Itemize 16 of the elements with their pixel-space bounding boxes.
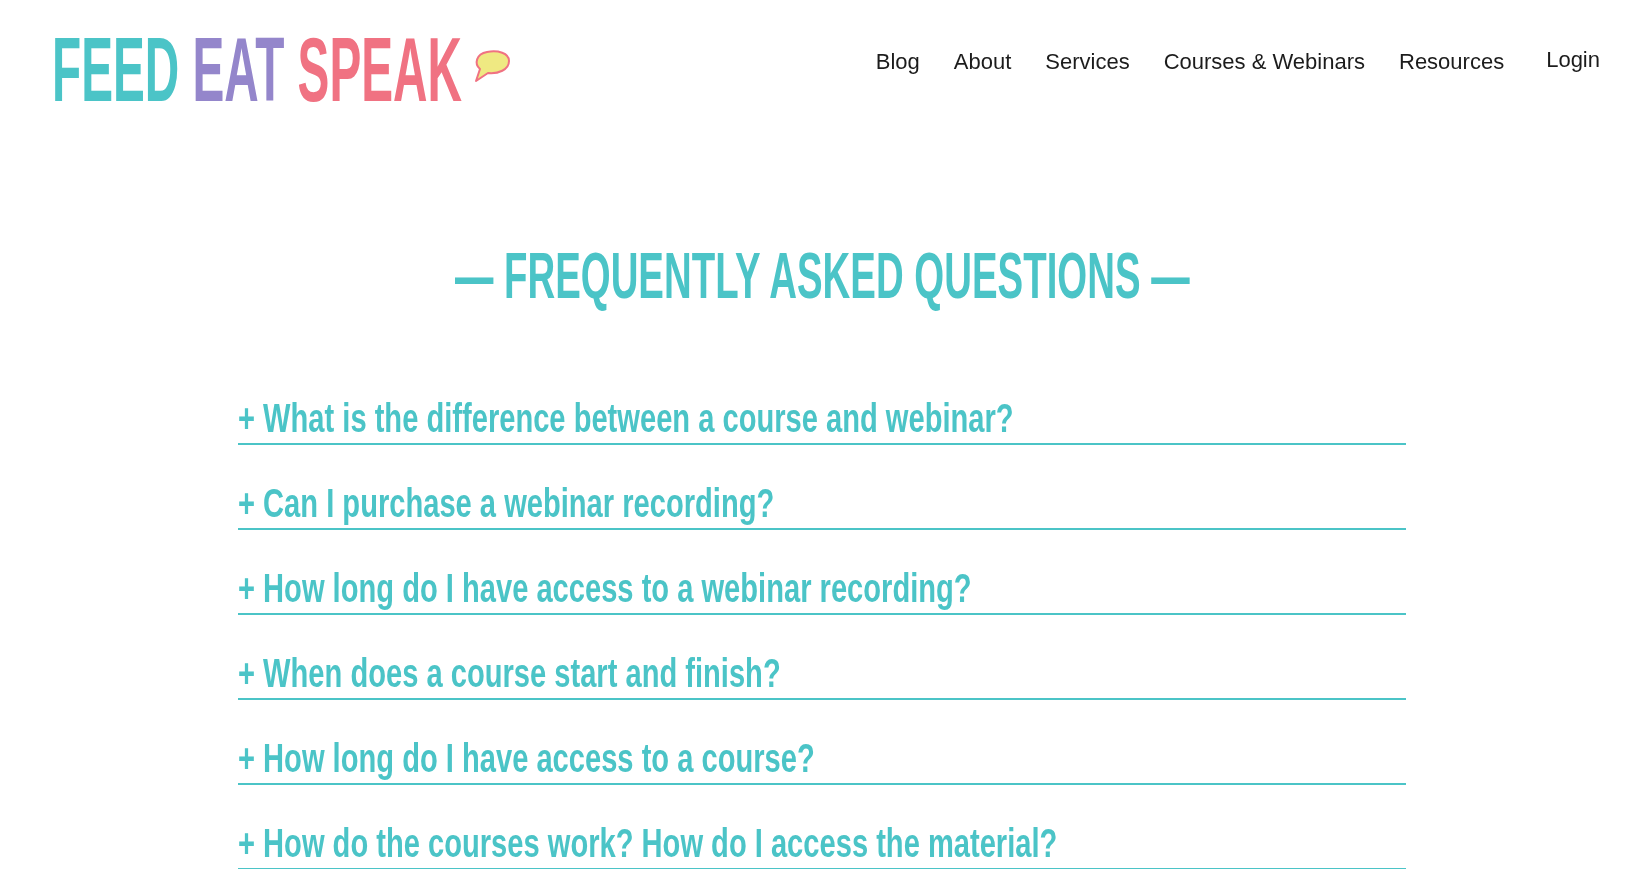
login-link[interactable]: Login (1546, 47, 1600, 74)
nav-link[interactable]: Courses & Webinars (1163, 49, 1365, 76)
nav-link[interactable]: Services (1045, 49, 1130, 76)
logo-word: EAT (192, 25, 285, 115)
nav-link[interactable]: About (953, 49, 1012, 76)
faq-question[interactable]: + How do the courses work? How do I access the material? (238, 823, 1406, 869)
nav-link[interactable]: Blog (875, 49, 920, 76)
logo-word: FEED (52, 25, 180, 115)
faq-question[interactable]: + Can I purchase a webinar recording? (238, 483, 1406, 530)
logo-link[interactable]: FEEDEATSPEAK (52, 25, 511, 115)
nav-link[interactable]: Resources (1399, 49, 1505, 76)
faq-question[interactable]: + How long do I have access to a webinar recording? (238, 568, 1406, 615)
logo-word: SPEAK (297, 25, 462, 115)
faq-question[interactable]: + When does a course start and finish? (238, 653, 1406, 700)
faq-question[interactable]: + What is the difference between a course and webinar? (238, 398, 1406, 445)
faq-question[interactable]: + How long do I have access to a course? (238, 738, 1406, 785)
